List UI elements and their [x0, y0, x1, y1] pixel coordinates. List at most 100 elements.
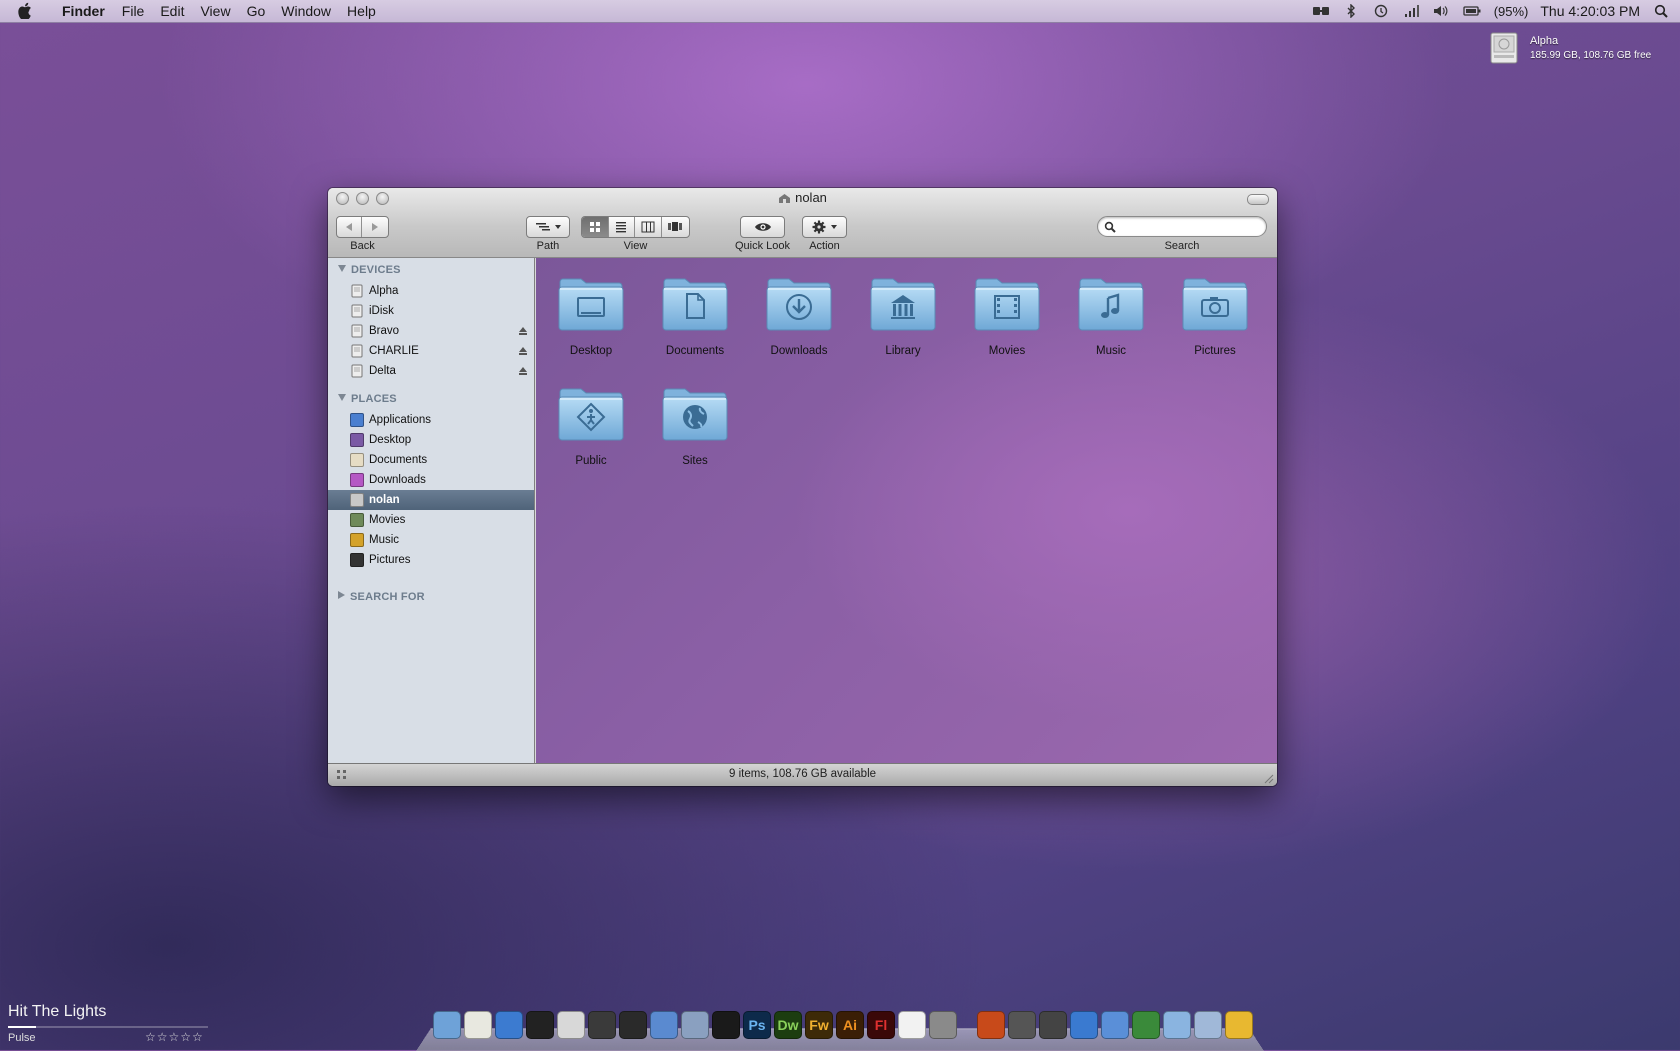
playback-progress-bar[interactable]	[8, 1026, 208, 1028]
sidebar-item-label: Desktop	[369, 434, 412, 446]
text-editor-icon[interactable]	[712, 1011, 740, 1039]
sidebar-item-label: Pictures	[369, 554, 411, 566]
volume-icon[interactable]	[1432, 4, 1450, 18]
camera-icon[interactable]	[588, 1011, 616, 1039]
rating-stars[interactable]: ☆☆☆☆☆	[145, 1030, 204, 1044]
app-store-icon[interactable]	[1070, 1011, 1098, 1039]
fireworks-icon[interactable]: Fw	[805, 1011, 833, 1039]
menu-go[interactable]: Go	[239, 2, 274, 20]
documents-icon	[350, 453, 364, 467]
script-editor-icon[interactable]	[681, 1011, 709, 1039]
menu-window[interactable]: Window	[273, 2, 339, 20]
menu-edit[interactable]: Edit	[152, 2, 192, 20]
drive-info: 185.99 GB, 108.76 GB free	[1530, 50, 1652, 61]
illustrator-icon[interactable]: Ai	[836, 1011, 864, 1039]
time-machine-icon[interactable]	[1372, 4, 1390, 18]
forward-button[interactable]	[362, 217, 388, 237]
bluetooth-icon[interactable]	[1342, 4, 1360, 18]
back-button[interactable]	[337, 217, 363, 237]
folder-movies[interactable]: Movies	[957, 276, 1057, 357]
disclosure-triangle-icon	[338, 591, 345, 599]
path-label: Path	[536, 240, 560, 252]
menu-help[interactable]: Help	[339, 2, 384, 20]
sidebar-item-delta[interactable]: Delta	[328, 361, 534, 381]
folder-desktop[interactable]: Desktop	[541, 276, 641, 357]
pictures-stack-icon[interactable]	[1163, 1011, 1191, 1039]
sidebar-item-charlie[interactable]: CHARLIE	[328, 341, 534, 361]
quick-look-label: Quick Look	[734, 240, 791, 252]
sidebar-item-pictures[interactable]: Pictures	[328, 550, 534, 570]
sidebar-section-search-for[interactable]: SEARCH FOR	[338, 591, 425, 603]
toolbar-toggle-button[interactable]	[1247, 194, 1269, 205]
eject-icon[interactable]	[518, 326, 528, 336]
movies-icon	[350, 513, 364, 527]
pictures-icon	[350, 553, 364, 567]
sidebar-section-places[interactable]: PLACES	[338, 393, 397, 405]
folder-sites[interactable]: Sites	[645, 386, 745, 467]
grapher-icon[interactable]	[650, 1011, 678, 1039]
documents-stack-icon[interactable]	[1194, 1011, 1222, 1039]
menu-app-finder[interactable]: Finder	[54, 2, 114, 20]
devices-header: DEVICES	[351, 264, 401, 276]
folder-label: Public	[575, 455, 607, 467]
battery-icon[interactable]	[1462, 4, 1482, 18]
folder-pictures[interactable]: Pictures	[1165, 276, 1265, 357]
menu-file[interactable]: File	[114, 2, 153, 20]
column-view-button[interactable]	[635, 217, 662, 237]
sidebar-item-alpha[interactable]: Alpha	[328, 281, 534, 301]
system-preferences-icon[interactable]	[929, 1011, 957, 1039]
sidebar-section-devices[interactable]: DEVICES	[338, 264, 401, 276]
preview-icon[interactable]	[464, 1011, 492, 1039]
path-button[interactable]	[526, 216, 570, 238]
quick-look-button[interactable]	[740, 216, 785, 238]
folder-stack-icon[interactable]	[1101, 1011, 1129, 1039]
sidebar-item-downloads[interactable]: Downloads	[328, 470, 534, 490]
coverflow-view-button[interactable]	[662, 217, 689, 237]
search-input[interactable]	[1120, 219, 1264, 236]
sidebar-item-documents[interactable]: Documents	[328, 450, 534, 470]
wifi-icon[interactable]	[1402, 4, 1420, 18]
adium-icon[interactable]	[526, 1011, 554, 1039]
menu-view[interactable]: View	[192, 2, 238, 20]
pen-tool-icon[interactable]	[557, 1011, 585, 1039]
apple-downloads-icon[interactable]	[977, 1011, 1005, 1039]
sidebar-grip-icon[interactable]	[336, 769, 348, 781]
sidebar-item-idisk[interactable]: iDisk	[328, 301, 534, 321]
acrobat-icon[interactable]	[898, 1011, 926, 1039]
flash-icon[interactable]: Fl	[867, 1011, 895, 1039]
spotlight-icon[interactable]	[1652, 4, 1670, 18]
battery-percent: (95%)	[1493, 3, 1529, 19]
eject-icon[interactable]	[518, 366, 528, 376]
apple-menu-icon[interactable]	[18, 2, 34, 19]
action-button[interactable]	[802, 216, 847, 238]
folder-downloads[interactable]: Downloads	[749, 276, 849, 357]
photoshop-icon[interactable]: Ps	[743, 1011, 771, 1039]
coverflow-view-icon	[668, 222, 683, 231]
sidebar-item-applications[interactable]: Applications	[328, 410, 534, 430]
folder-music[interactable]: Music	[1061, 276, 1161, 357]
list-view-button[interactable]	[609, 217, 636, 237]
money-icon[interactable]	[1132, 1011, 1160, 1039]
mirror-icon[interactable]	[1312, 4, 1330, 18]
safari-icon[interactable]	[495, 1011, 523, 1039]
menubar-clock[interactable]: Thu 4:20:03 PM	[1540, 3, 1640, 19]
notes-icon[interactable]	[1225, 1011, 1253, 1039]
sidebar-item-music[interactable]: Music	[328, 530, 534, 550]
folder-documents[interactable]: Documents	[645, 276, 745, 357]
dreamweaver-icon[interactable]: Dw	[774, 1011, 802, 1039]
screenshot-icon[interactable]	[1039, 1011, 1067, 1039]
resize-handle-icon[interactable]	[1262, 772, 1274, 784]
icon-view-button[interactable]	[582, 217, 609, 237]
search-icon	[1104, 221, 1116, 233]
sidebar-item-desktop[interactable]: Desktop	[328, 430, 534, 450]
search-field[interactable]	[1097, 216, 1267, 237]
sidebar-item-bravo[interactable]: Bravo	[328, 321, 534, 341]
sidebar-item-nolan[interactable]: nolan	[328, 490, 534, 510]
finder-icon[interactable]	[433, 1011, 461, 1039]
folder-library[interactable]: Library	[853, 276, 953, 357]
xcode-icon[interactable]	[1008, 1011, 1036, 1039]
eject-icon[interactable]	[518, 346, 528, 356]
sidebar-item-movies[interactable]: Movies	[328, 510, 534, 530]
folder-public[interactable]: Public	[541, 386, 641, 467]
telescope-icon[interactable]	[619, 1011, 647, 1039]
